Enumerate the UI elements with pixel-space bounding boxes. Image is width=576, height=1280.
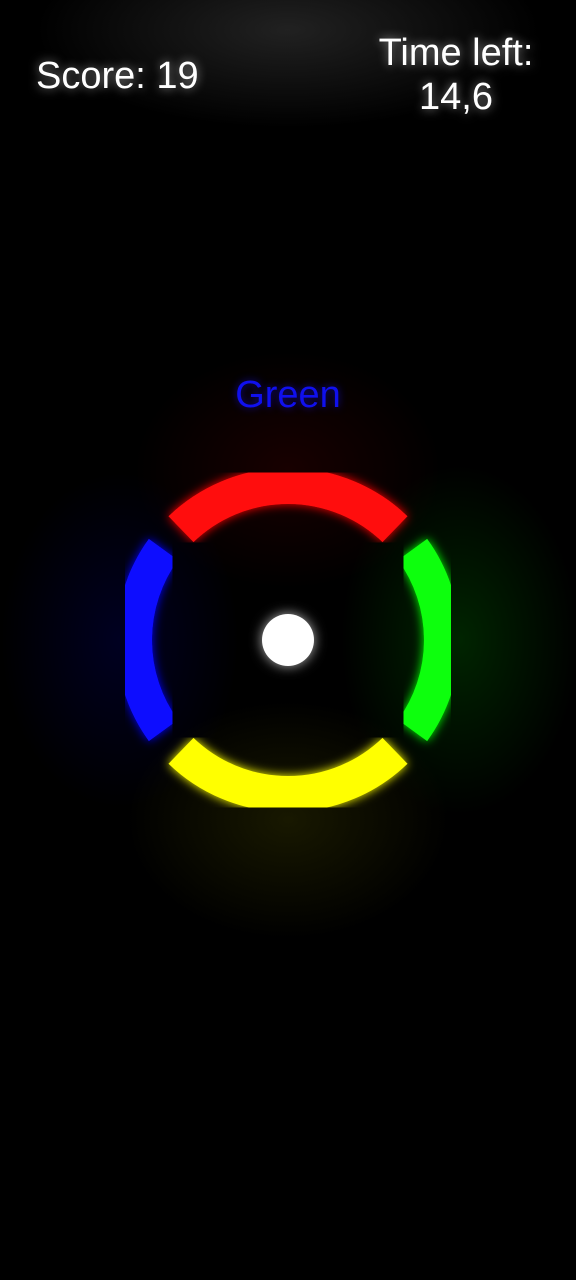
ring-segment-red[interactable] — [168, 468, 408, 543]
player-ball — [262, 614, 314, 666]
ring-segment-green[interactable] — [397, 538, 460, 742]
ring-segment-yellow[interactable] — [168, 737, 408, 812]
game-screen[interactable]: Score: 19 Time left: 14,6 Green — [0, 0, 576, 1280]
ring-segment-blue[interactable] — [116, 538, 179, 742]
